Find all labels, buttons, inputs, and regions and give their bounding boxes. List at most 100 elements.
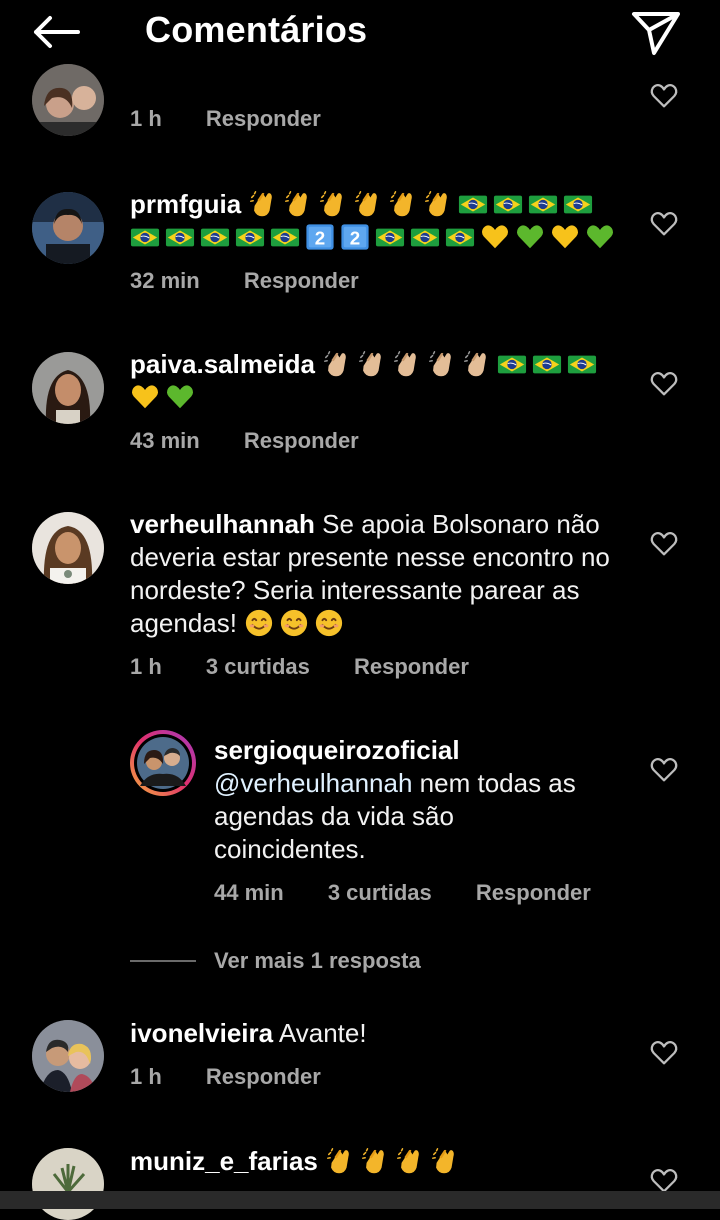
comment-meta: 44 min 3 curtidas Responder bbox=[214, 880, 629, 906]
avatar[interactable] bbox=[32, 512, 104, 584]
avatar[interactable] bbox=[32, 192, 104, 264]
heart-outline-icon bbox=[649, 209, 679, 239]
comment-text: paiva.salmeida bbox=[130, 348, 620, 414]
reply-button[interactable]: Responder bbox=[206, 1064, 321, 1090]
clap-emoji bbox=[427, 349, 457, 379]
avatar[interactable] bbox=[32, 1020, 104, 1092]
brazil-flag-emoji bbox=[200, 222, 230, 252]
comment-meta: 1 h Responder bbox=[130, 106, 359, 132]
view-more-replies[interactable]: Ver mais 1 resposta bbox=[130, 948, 421, 974]
heart-outline-icon bbox=[649, 1038, 679, 1068]
timestamp: 32 min bbox=[130, 268, 200, 293]
paper-plane-icon bbox=[632, 12, 680, 55]
like-button[interactable] bbox=[649, 755, 679, 785]
emoji-sequence bbox=[325, 1146, 465, 1176]
comment-text: muniz_e_farias bbox=[130, 1145, 620, 1178]
clap-emoji bbox=[325, 1146, 355, 1176]
username[interactable]: verheulhannah bbox=[130, 509, 315, 539]
brazil-flag-emoji bbox=[410, 222, 440, 252]
clap-emoji bbox=[283, 189, 313, 219]
reply-button[interactable]: Responder bbox=[244, 268, 359, 294]
clap-emoji bbox=[395, 1146, 425, 1176]
clap-emoji bbox=[423, 189, 453, 219]
comment-text: sergioqueirozoficial @verheulhannah nem … bbox=[214, 734, 584, 866]
brazil-flag-emoji bbox=[165, 222, 195, 252]
reply-button[interactable]: Responder bbox=[206, 106, 321, 132]
avatar[interactable] bbox=[32, 352, 104, 424]
like-button[interactable] bbox=[649, 369, 679, 399]
timestamp: 1 h bbox=[130, 106, 162, 131]
heart-outline-icon bbox=[649, 369, 679, 399]
timestamp: 43 min bbox=[130, 428, 200, 453]
comment-text: verheulhannah Se apoia Bolsonaro não dev… bbox=[130, 508, 620, 640]
smiling-face-emoji bbox=[244, 608, 274, 638]
smiling-face-emoji bbox=[314, 608, 344, 638]
likes-count[interactable]: 3 curtidas bbox=[206, 654, 310, 680]
clap-emoji bbox=[318, 189, 348, 219]
clap-emoji bbox=[430, 1146, 460, 1176]
avatar[interactable] bbox=[32, 64, 104, 136]
brazil-flag-emoji bbox=[497, 349, 527, 379]
like-button[interactable] bbox=[649, 81, 679, 111]
top-bar: Comentários bbox=[0, 0, 720, 64]
brazil-flag-emoji bbox=[445, 222, 475, 252]
clap-emoji bbox=[360, 1146, 390, 1176]
comment-meta: 32 min Responder bbox=[130, 268, 397, 294]
emoji-sequence bbox=[244, 608, 349, 638]
reply-button[interactable]: Responder bbox=[244, 428, 359, 454]
brazil-flag-emoji bbox=[567, 349, 597, 379]
share-button[interactable] bbox=[630, 6, 682, 58]
timestamp: 44 min bbox=[214, 880, 284, 905]
navigation-bar bbox=[0, 1191, 720, 1209]
brazil-flag-emoji bbox=[532, 349, 562, 379]
reply-button[interactable]: Responder bbox=[476, 880, 591, 906]
likes-count[interactable]: 3 curtidas bbox=[328, 880, 432, 906]
brazil-flag-emoji bbox=[235, 222, 265, 252]
clap-emoji bbox=[353, 189, 383, 219]
green-heart-emoji bbox=[515, 222, 545, 252]
keycap-two-emoji bbox=[305, 222, 335, 252]
arrow-left-icon bbox=[34, 16, 80, 48]
like-button[interactable] bbox=[649, 1038, 679, 1068]
username[interactable]: ivonelvieira bbox=[130, 1018, 273, 1048]
yellow-heart-emoji bbox=[550, 222, 580, 252]
brazil-flag-emoji bbox=[130, 222, 160, 252]
brazil-flag-emoji bbox=[528, 189, 558, 219]
comment-body: Avante! bbox=[278, 1018, 367, 1048]
yellow-heart-emoji bbox=[480, 222, 510, 252]
username[interactable]: muniz_e_farias bbox=[130, 1146, 318, 1176]
comment-meta: 1 h 3 curtidas Responder bbox=[130, 654, 507, 680]
comment-text: prmfguia bbox=[130, 188, 620, 254]
brazil-flag-emoji bbox=[270, 222, 300, 252]
page-title: Comentários bbox=[145, 9, 368, 50]
view-more-label[interactable]: Ver mais 1 resposta bbox=[214, 948, 421, 973]
username[interactable]: prmfguia bbox=[130, 189, 241, 219]
clap-emoji bbox=[357, 349, 387, 379]
heart-outline-icon bbox=[649, 529, 679, 559]
reply-button[interactable]: Responder bbox=[354, 654, 469, 680]
avatar[interactable] bbox=[130, 730, 196, 796]
divider bbox=[130, 960, 196, 962]
avatar[interactable] bbox=[32, 1148, 104, 1220]
brazil-flag-emoji bbox=[375, 222, 405, 252]
like-button[interactable] bbox=[649, 529, 679, 559]
smiling-face-emoji bbox=[279, 608, 309, 638]
clap-emoji bbox=[388, 189, 418, 219]
username[interactable]: paiva.salmeida bbox=[130, 349, 315, 379]
timestamp: 1 h bbox=[130, 654, 162, 679]
comment-meta: 1 h Responder bbox=[130, 1064, 359, 1090]
back-button[interactable] bbox=[30, 12, 82, 52]
clap-emoji bbox=[392, 349, 422, 379]
brazil-flag-emoji bbox=[563, 189, 593, 219]
timestamp: 1 h bbox=[130, 1064, 162, 1089]
heart-outline-icon bbox=[649, 755, 679, 785]
username[interactable]: sergioqueirozoficial bbox=[214, 735, 460, 765]
green-heart-emoji bbox=[165, 382, 195, 412]
green-heart-emoji bbox=[585, 222, 615, 252]
comment-meta: 43 min Responder bbox=[130, 428, 397, 454]
like-button[interactable] bbox=[649, 209, 679, 239]
heart-outline-icon bbox=[649, 81, 679, 111]
brazil-flag-emoji bbox=[458, 189, 488, 219]
mention-link[interactable]: @verheulhannah bbox=[214, 768, 412, 798]
clap-emoji bbox=[322, 349, 352, 379]
